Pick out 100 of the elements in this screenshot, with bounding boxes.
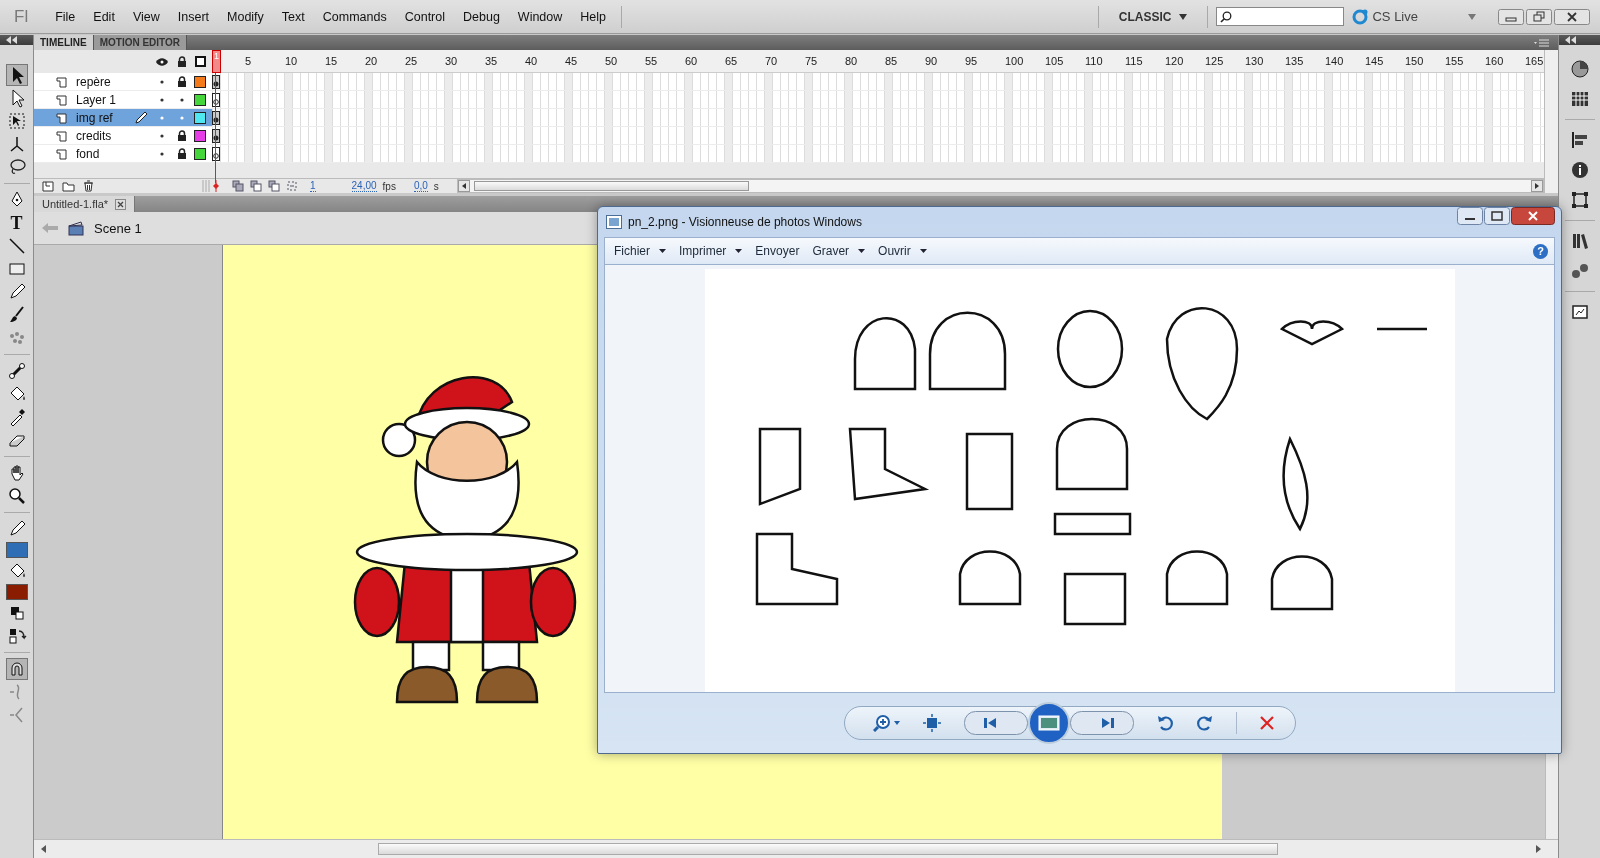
zoom-button[interactable] (872, 714, 900, 732)
menu-item[interactable]: View (123, 9, 169, 24)
text-tool[interactable]: T (6, 213, 27, 233)
menu-item[interactable]: Edit (84, 9, 124, 24)
next-icon[interactable] (1069, 711, 1134, 735)
bone-icon[interactable] (6, 361, 27, 381)
layer-color-swatch[interactable] (194, 129, 206, 142)
frame-number: 70 (764, 55, 778, 67)
color-swatch[interactable] (5, 542, 28, 558)
workspace-switcher[interactable]: CLASSIC (1104, 9, 1202, 24)
layer-row[interactable]: fond (34, 145, 212, 163)
panel-tab[interactable]: MOTION EDITOR (93, 35, 188, 50)
caret-icon[interactable] (1468, 13, 1476, 20)
color-wheel-icon[interactable] (1569, 59, 1590, 79)
delete-icon[interactable] (1258, 715, 1275, 731)
menu-item[interactable]: Debug (454, 9, 509, 24)
line-icon[interactable] (6, 236, 27, 256)
menu-item[interactable]: Envoyer (752, 244, 810, 258)
components-icon[interactable] (1569, 261, 1590, 281)
layer-icon (56, 129, 67, 142)
menu-item[interactable]: Insert (168, 9, 218, 24)
scrollbar[interactable] (1544, 50, 1558, 193)
color-swatch[interactable] (5, 584, 28, 600)
scrollbar[interactable] (34, 839, 1558, 858)
dot-icon[interactable] (160, 115, 164, 120)
onion-skin-icon[interactable] (250, 180, 262, 192)
playhead-marker-icon (212, 180, 220, 192)
dot-icon[interactable] (180, 115, 184, 120)
magnet-icon[interactable] (6, 659, 27, 679)
close-icon[interactable] (1554, 8, 1590, 25)
menu-item[interactable]: Imprimer (676, 244, 753, 258)
scrollbar-thumb[interactable] (473, 181, 749, 191)
layer-color-swatch[interactable] (194, 147, 206, 160)
scene-label[interactable]: Scene 1 (94, 220, 142, 236)
menu-item[interactable]: Text (272, 9, 314, 24)
restore-icon[interactable] (1526, 8, 1552, 25)
new-layer-icon[interactable] (42, 180, 54, 192)
maximize-icon[interactable] (1484, 207, 1510, 225)
dot-icon[interactable] (160, 133, 164, 138)
scrollbar[interactable] (456, 179, 1544, 193)
collapse-icon[interactable] (1563, 36, 1577, 44)
motion-presets-icon[interactable] (1569, 302, 1590, 322)
menu-item[interactable]: Commands (313, 9, 396, 24)
free-transform-icon[interactable] (6, 111, 27, 131)
panel-menu-icon[interactable] (1534, 38, 1550, 47)
search-field[interactable] (1216, 7, 1345, 26)
close-icon[interactable] (1511, 207, 1555, 225)
swap-colors-icon[interactable] (6, 626, 27, 646)
menu-item[interactable]: Ouvrir (875, 244, 937, 258)
help-button[interactable]: ? (1533, 243, 1548, 259)
swatches-icon[interactable] (1569, 89, 1590, 109)
lock-icon[interactable] (177, 148, 187, 159)
scrollbar-thumb[interactable] (378, 843, 1278, 855)
collapse-icon[interactable] (4, 36, 18, 44)
menu-item[interactable]: Control (395, 9, 454, 24)
cs-live-button[interactable]: CS Live (1352, 8, 1418, 25)
menu-item[interactable]: Modify (218, 9, 273, 24)
menu-item[interactable]: Fichier (611, 244, 676, 258)
current-frame[interactable]: 1 (310, 180, 316, 192)
dot-icon[interactable] (180, 97, 184, 102)
lock-icon[interactable] (177, 76, 187, 87)
document-tab[interactable]: Untitled-1.fla* (34, 196, 136, 212)
minimize-icon[interactable] (1457, 207, 1483, 225)
onion-outline-icon[interactable] (268, 180, 280, 192)
align-icon[interactable] (1569, 130, 1590, 150)
rotate-right-icon[interactable] (1195, 714, 1214, 732)
layer-color-swatch[interactable] (194, 75, 206, 88)
layer-row[interactable]: Layer 1 (34, 91, 212, 109)
trash-icon[interactable] (83, 180, 94, 192)
menu-item[interactable]: Graver (809, 244, 876, 258)
dot-icon[interactable] (160, 79, 164, 84)
layer-icon (56, 75, 67, 88)
slideshow-icon[interactable] (1027, 702, 1070, 744)
menu-item[interactable]: File (46, 9, 85, 24)
dot-icon[interactable] (160, 97, 164, 102)
menu-item[interactable]: Help (571, 9, 616, 24)
frame-rate[interactable]: 24,00 (351, 180, 377, 192)
info-icon[interactable] (1569, 160, 1590, 180)
menu-item[interactable]: Window (508, 9, 572, 24)
layer-row[interactable]: repère (34, 73, 212, 91)
actual-size-icon[interactable] (921, 714, 942, 732)
layer-row[interactable]: img ref (34, 109, 212, 127)
center-frame-icon[interactable] (232, 180, 244, 192)
layer-color-swatch[interactable] (194, 93, 206, 106)
close-icon[interactable] (115, 198, 127, 210)
frame-ruler[interactable]: 1 5 10 15 20 25 30 35 40 45 50 55 60 65 70 75 80 85 90 95 100 105 110 115 120 125 130 135 140 145 150 155 160 165 (212, 50, 1544, 73)
transform-icon[interactable] (1569, 190, 1590, 210)
previous-icon[interactable] (963, 711, 1028, 735)
layer-color-swatch[interactable] (194, 111, 206, 124)
dot-icon[interactable] (160, 151, 164, 156)
elapsed-time[interactable]: 0,0 (413, 180, 428, 192)
layer-row[interactable]: credits (34, 127, 212, 145)
zoom-icon[interactable] (6, 486, 27, 506)
frame-number: 85 (884, 55, 898, 67)
folder-icon[interactable] (62, 180, 75, 192)
clapper-icon (68, 220, 84, 236)
lock-icon[interactable] (177, 130, 187, 141)
caret-icon (1179, 13, 1188, 20)
rotate-left-icon[interactable] (1155, 714, 1174, 732)
panel-tab[interactable]: TIMELINE (34, 35, 94, 50)
